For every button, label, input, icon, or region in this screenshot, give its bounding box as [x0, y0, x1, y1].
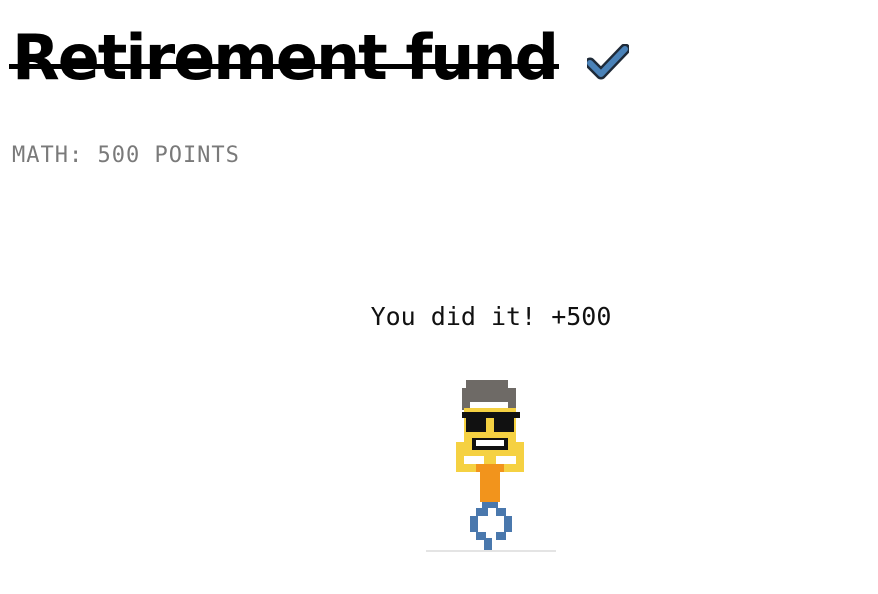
category-label: MATH: 500 POINTS: [12, 143, 240, 168]
ground-line: [426, 550, 556, 552]
task-title: Retirement fund: [9, 18, 559, 98]
success-message: You did it! +500: [370, 302, 612, 331]
pixel-character: [456, 380, 524, 550]
checkmark-icon: [586, 44, 629, 80]
title-row: Retirement fund: [9, 18, 629, 98]
